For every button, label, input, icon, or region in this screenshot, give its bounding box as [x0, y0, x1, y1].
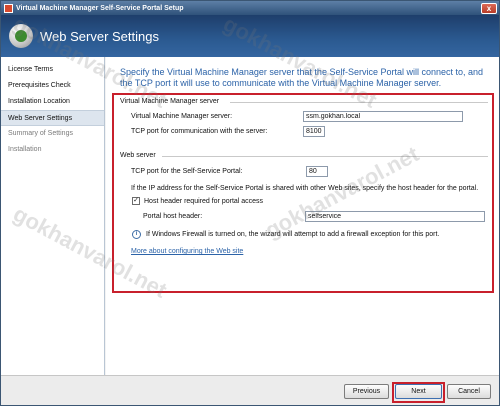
sidebar-item-summary-of-settings: Summary of Settings	[8, 130, 73, 137]
web-section-divider	[162, 156, 488, 157]
vmm-port-label: TCP port for communication with the serv…	[131, 128, 268, 135]
page-title: Web Server Settings	[40, 28, 159, 44]
web-section-title: Web server	[120, 152, 156, 159]
vmm-port-input[interactable]	[303, 126, 325, 137]
cancel-button[interactable]: Cancel	[447, 384, 491, 399]
wizard-steps-sidebar: License Terms Prerequisites Check Instal…	[1, 57, 105, 375]
next-button-highlight	[392, 382, 445, 403]
host-header-label: Portal host header:	[143, 213, 203, 220]
host-header-checkbox-label[interactable]: Host header required for portal access	[144, 198, 263, 205]
setup-window: Virtual Machine Manager Self-Service Por…	[0, 0, 500, 406]
sidebar-item-license-terms[interactable]: License Terms	[1, 62, 104, 78]
vmm-section-divider	[230, 102, 488, 103]
page-header: Web Server Settings	[1, 15, 499, 57]
portal-port-input[interactable]	[306, 166, 328, 177]
sidebar-item-installation-location[interactable]: Installation Location	[1, 94, 104, 110]
info-icon: i	[132, 230, 141, 239]
vmm-section-title: Virtual Machine Manager server	[120, 98, 220, 105]
firewall-note: If Windows Firewall is turned on, the wi…	[146, 231, 440, 238]
main-content: Specify the Virtual Machine Manager serv…	[106, 57, 499, 375]
title-bar: Virtual Machine Manager Self-Service Por…	[1, 1, 499, 15]
settings-highlight-box	[112, 93, 494, 293]
host-header-input[interactable]	[305, 211, 485, 222]
window-title: Virtual Machine Manager Self-Service Por…	[16, 4, 184, 12]
sidebar-item-installation: Installation	[8, 146, 42, 153]
globe-icon	[9, 24, 33, 48]
intro-text: Specify the Virtual Machine Manager serv…	[120, 67, 484, 88]
sidebar-item-web-server-settings[interactable]: Web Server Settings	[1, 110, 104, 126]
vmm-server-label: Virtual Machine Manager server:	[131, 113, 233, 120]
shared-ip-note: If the IP address for the Self-Service P…	[131, 185, 479, 192]
previous-button[interactable]: Previous	[344, 384, 389, 399]
close-button[interactable]: x	[481, 2, 497, 14]
app-icon	[4, 3, 13, 13]
vmm-server-input[interactable]	[303, 111, 463, 122]
sidebar-item-prerequisites-check[interactable]: Prerequisites Check	[1, 78, 104, 94]
portal-port-label: TCP port for the Self-Service Portal:	[131, 168, 243, 175]
more-about-web-site-link[interactable]: More about configuring the Web site	[131, 248, 243, 255]
host-header-checkbox[interactable]: ✓	[132, 197, 140, 205]
